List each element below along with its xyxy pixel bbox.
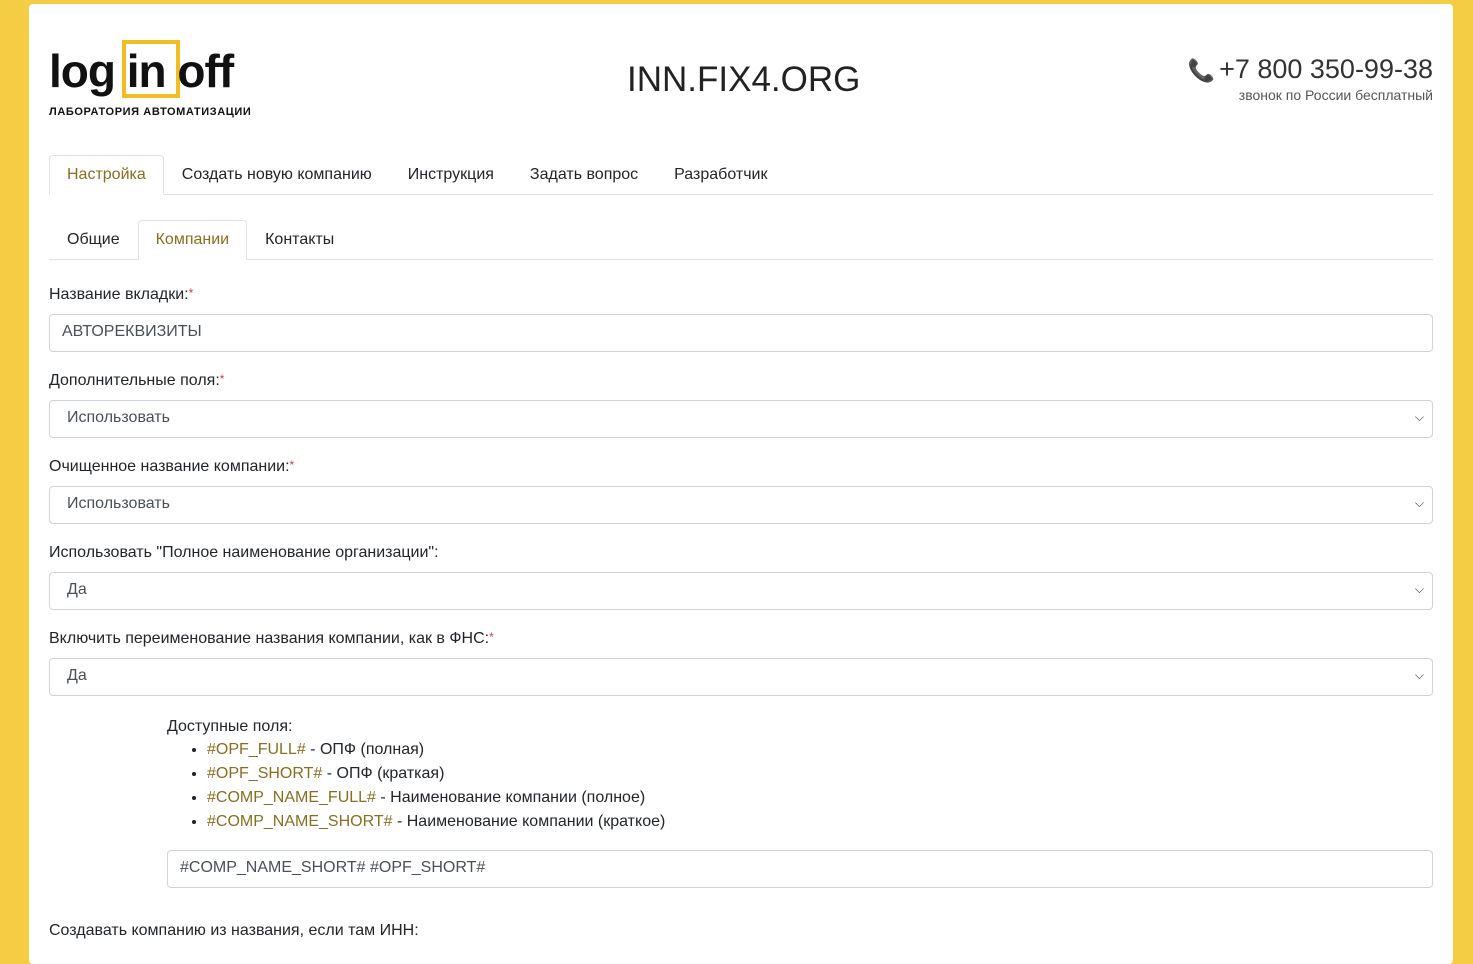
logo-subtitle: ЛАБОРАТОРИЯ АВТОМАТИЗАЦИИ	[49, 106, 252, 118]
field-desc: - Наименование компании (полное)	[375, 789, 646, 806]
field-clean-name: Очищенное название компании:* Использова…	[49, 458, 1433, 524]
field-label: Очищенное название компании:	[49, 458, 290, 475]
logo[interactable]: log in off ЛАБОРАТОРИЯ АВТОМАТИЗАЦИИ	[49, 40, 252, 120]
field-extra-fields: Дополнительные поля:* Использовать ⌵	[49, 372, 1433, 438]
field-rename: Включить переименование названия компани…	[49, 630, 1433, 696]
required-mark: *	[289, 458, 295, 472]
clean-name-select[interactable]: Использовать ⌵	[49, 486, 1433, 524]
tab-instructions[interactable]: Инструкция	[390, 155, 512, 195]
sub-tabs: Общие Компании Контакты	[49, 220, 1433, 260]
logo-text: log in off	[49, 45, 234, 97]
chevron-down-icon: ⌵	[1414, 668, 1424, 682]
field-full-name: Использовать "Полное наименование органи…	[49, 544, 1433, 610]
chevron-down-icon: ⌵	[1414, 410, 1424, 424]
tab-ask-question[interactable]: Задать вопрос	[512, 155, 656, 195]
rename-select[interactable]: Да ⌵	[49, 658, 1433, 696]
required-mark: *	[489, 630, 494, 644]
field-label: Название вкладки:	[49, 286, 189, 303]
field-desc: - ОПФ (краткая)	[322, 765, 445, 782]
field-tab-name: Название вкладки:* АВТОРЕКВИЗИТЫ	[49, 286, 1433, 352]
chevron-down-icon: ⌵	[1414, 496, 1424, 510]
tab-developer[interactable]: Разработчик	[656, 155, 785, 195]
tab-create-company[interactable]: Создать новую компанию	[164, 155, 390, 195]
required-mark: *	[188, 286, 194, 300]
tab-companies[interactable]: Компании	[137, 220, 248, 260]
tab-contacts[interactable]: Контакты	[247, 220, 352, 260]
select-value: Да	[67, 667, 87, 684]
full-name-select[interactable]: Да ⌵	[49, 572, 1433, 610]
tab-general[interactable]: Общие	[49, 220, 138, 260]
list-item: #OPF_SHORT# - ОПФ (краткая)	[207, 762, 1433, 786]
field-label: Дополнительные поля:	[49, 372, 220, 389]
list-item: #COMP_NAME_SHORT# - Наименование компани…	[207, 810, 1433, 834]
field-desc: - ОПФ (полная)	[305, 741, 425, 758]
select-value: Использовать	[67, 409, 170, 426]
rename-template-input[interactable]: #COMP_NAME_SHORT# #OPF_SHORT#	[167, 850, 1433, 888]
phone-block: 📞 +7 800 350-99-38 звонок по России беспл…	[1188, 54, 1433, 103]
field-code: #OPF_SHORT#	[207, 765, 323, 782]
available-title: Доступные поля:	[167, 718, 293, 735]
main-tabs: Настройка Создать новую компанию Инструк…	[49, 155, 1433, 195]
available-list: #OPF_FULL# - ОПФ (полная) #OPF_SHORT# - …	[167, 738, 1433, 834]
field-label: Создавать компанию из названия, если там…	[49, 922, 419, 939]
select-value: Использовать	[67, 495, 170, 512]
required-mark: *	[219, 372, 225, 386]
list-item: #OPF_FULL# - ОПФ (полная)	[207, 738, 1433, 762]
available-fields: Доступные поля: #OPF_FULL# - ОПФ (полная…	[167, 718, 1433, 888]
field-desc: - Наименование компании (краткое)	[392, 813, 666, 830]
extra-fields-select[interactable]: Использовать ⌵	[49, 400, 1433, 438]
list-item: #COMP_NAME_FULL# - Наименование компании…	[207, 786, 1433, 810]
phone-link[interactable]: +7 800 350-99-38	[1219, 54, 1433, 84]
chevron-down-icon: ⌵	[1414, 582, 1424, 596]
phone-note: звонок по России бесплатный	[1238, 87, 1433, 103]
main-card: log in off ЛАБОРАТОРИЯ АВТОМАТИЗАЦИИ INN…	[29, 4, 1453, 964]
tab-name-input[interactable]: АВТОРЕКВИЗИТЫ	[49, 314, 1433, 352]
select-value: Да	[67, 581, 87, 598]
field-label: Использовать "Полное наименование органи…	[49, 544, 439, 561]
tab-settings[interactable]: Настройка	[49, 155, 164, 195]
phone-icon: 📞	[1187, 58, 1216, 83]
field-label: Включить переименование названия компани…	[49, 630, 490, 647]
field-code: #OPF_FULL#	[207, 741, 306, 758]
site-title: INN.FIX4.ORG	[627, 60, 861, 99]
field-code: #COMP_NAME_SHORT#	[207, 813, 393, 830]
field-code: #COMP_NAME_FULL#	[207, 789, 376, 806]
